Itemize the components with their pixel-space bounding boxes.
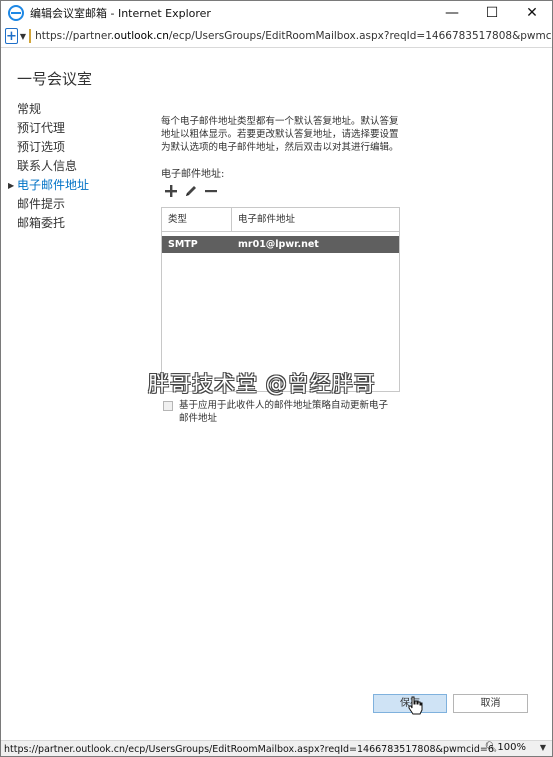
auto-update-label: 基于应用于此收件人的邮件地址策略自动更新电子邮件地址 <box>179 400 389 424</box>
page-title: 一号会议室 <box>17 70 93 88</box>
chevron-down-icon[interactable]: ▼ <box>20 32 26 41</box>
maximize-button[interactable]: ☐ <box>472 1 512 25</box>
add-tab-icon[interactable]: + <box>5 28 18 44</box>
email-address-label: 电子邮件地址: <box>161 169 225 180</box>
url-prefix: https://partner. <box>35 30 115 42</box>
page-icon <box>29 29 32 43</box>
nav-item-booking-delegates[interactable]: 预订代理 <box>7 119 107 138</box>
url-suffix: /ecp/UsersGroups/EditRoomMailbox.aspx?re… <box>168 30 552 42</box>
chevron-down-icon[interactable]: ▼ <box>540 743 546 752</box>
cancel-button[interactable]: 取消 <box>453 694 528 713</box>
nav-item-mail-tip[interactable]: 邮件提示 <box>7 195 107 214</box>
nav-item-booking-options[interactable]: 预订选项 <box>7 138 107 157</box>
nav-item-label: 电子邮件地址 <box>17 178 90 192</box>
row-type: SMTP <box>168 239 198 250</box>
hand-cursor-icon <box>408 696 423 715</box>
magnifier-icon: 🔍︎ <box>484 742 498 753</box>
sidebar-nav: 常规 预订代理 预订选项 联系人信息 ▶ 电子邮件地址 邮件提示 邮箱委托 <box>7 100 107 233</box>
nav-item-contact-info[interactable]: 联系人信息 <box>7 157 107 176</box>
window-title: 编辑会议室邮箱 - Internet Explorer <box>30 7 211 20</box>
close-button[interactable]: ✕ <box>512 1 552 25</box>
description-text: 每个电子邮件地址类型都有一个默认答复地址。默认答复地址以粗体显示。若要更改默认答… <box>161 116 399 153</box>
url-field[interactable]: https://partner.outlook.cn/ecp/UsersGrou… <box>35 30 552 42</box>
address-bar: + ▼ https://partner.outlook.cn/ecp/Users… <box>1 25 552 47</box>
window-controls: — ☐ ✕ <box>432 1 552 25</box>
status-bar: https://partner.outlook.cn/ecp/UsersGrou… <box>1 740 552 756</box>
nav-item-general[interactable]: 常规 <box>7 100 107 119</box>
nav-item-label: 邮箱委托 <box>17 216 66 230</box>
zoom-level: 100% <box>497 742 526 753</box>
internet-explorer-icon <box>8 5 24 21</box>
auto-update-option: 基于应用于此收件人的邮件地址策略自动更新电子邮件地址 <box>163 399 393 425</box>
nav-item-label: 常规 <box>17 102 42 116</box>
row-email-address: mr01@lpwr.net <box>238 239 319 250</box>
minus-icon[interactable] <box>202 182 220 200</box>
minimize-button[interactable]: — <box>432 1 472 25</box>
nav-item-label: 预订代理 <box>17 121 66 135</box>
nav-item-label: 预订选项 <box>17 140 66 154</box>
add-icon[interactable] <box>162 182 180 200</box>
column-header-type[interactable]: 类型 <box>162 208 232 231</box>
zoom-control[interactable]: 🔍︎ 100% <box>485 742 526 753</box>
email-address-grid: 类型 电子邮件地址 SMTP mr01@lpwr.net <box>161 207 400 392</box>
nav-item-email-address[interactable]: ▶ 电子邮件地址 <box>7 176 107 195</box>
watermark-text: 胖哥技术堂 @曾经胖哥 <box>148 372 376 396</box>
email-toolbar <box>162 182 222 200</box>
table-row[interactable]: SMTP mr01@lpwr.net <box>162 236 399 253</box>
title-bar: 编辑会议室邮箱 - Internet Explorer — ☐ ✕ <box>1 1 552 25</box>
status-url: https://partner.outlook.cn/ecp/UsersGrou… <box>4 743 494 755</box>
grid-header: 类型 电子邮件地址 <box>162 208 399 232</box>
url-domain: outlook.cn <box>114 30 169 42</box>
ie-window: 编辑会议室邮箱 - Internet Explorer — ☐ ✕ + ▼ ht… <box>0 0 553 757</box>
pencil-icon[interactable] <box>182 182 200 200</box>
nav-item-label: 联系人信息 <box>17 159 78 173</box>
auto-update-checkbox[interactable] <box>163 401 173 411</box>
arrow-right-icon: ▶ <box>8 181 15 190</box>
nav-item-mailbox-delegation[interactable]: 邮箱委托 <box>7 214 107 233</box>
nav-item-label: 邮件提示 <box>17 197 66 211</box>
content-area: 一号会议室 常规 预订代理 预订选项 联系人信息 ▶ 电子邮件地址 邮件提示 邮箱… <box>1 48 552 740</box>
column-header-email-address[interactable]: 电子邮件地址 <box>232 208 399 231</box>
